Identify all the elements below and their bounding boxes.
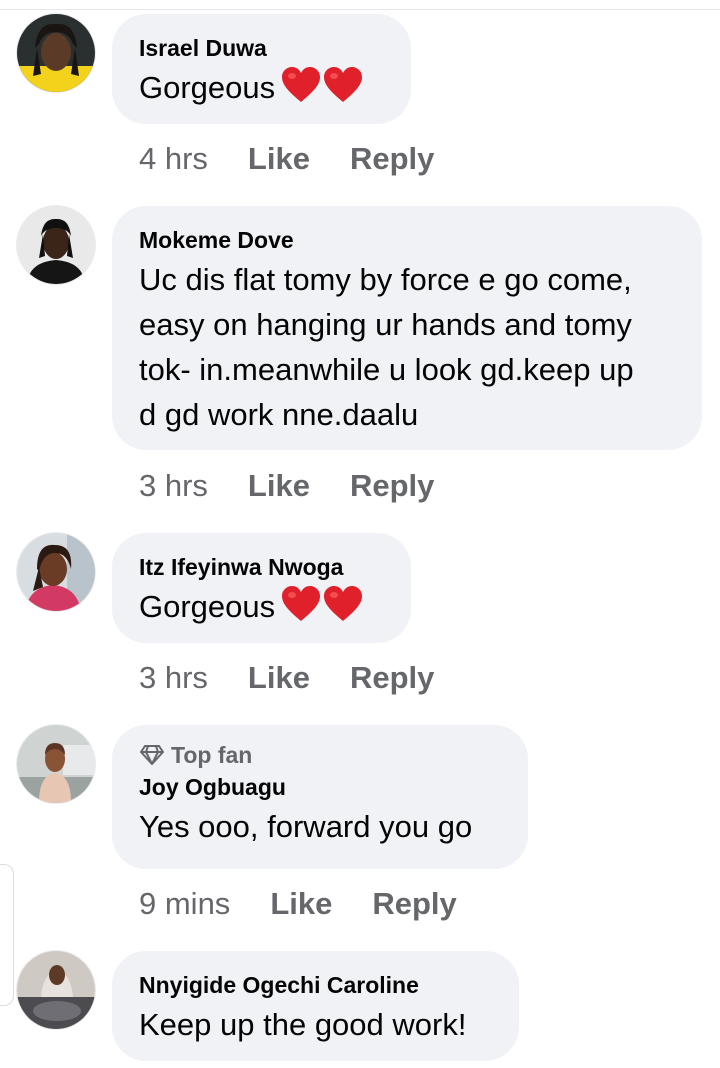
heart-icon (324, 586, 363, 621)
like-button[interactable]: Like (248, 660, 310, 696)
top-divider (0, 9, 720, 10)
heart-icon (324, 67, 363, 102)
like-button[interactable]: Like (248, 468, 310, 504)
comment-text-content: Gorgeous (139, 589, 276, 624)
comment-bubble: Top fan Joy Ogbuagu Yes ooo, forward you… (112, 725, 528, 869)
side-panel-edge (0, 864, 14, 1006)
reply-button[interactable]: Reply (350, 660, 434, 696)
top-fan-badge: Top fan (139, 741, 500, 769)
reply-button[interactable]: Reply (350, 141, 434, 177)
comment-text-line: tok- in.meanwhile u look gd.keep up (139, 352, 634, 387)
comment-text: Gorgeous (139, 584, 383, 635)
comment-timestamp[interactable]: 3 hrs (139, 660, 208, 696)
comment-text-line: Uc dis flat tomy by force e go come, (139, 262, 632, 297)
avatar[interactable] (17, 14, 95, 92)
heart-icon (282, 586, 321, 621)
comment-bubble: Mokeme Dove Uc dis flat tomy by force e … (112, 206, 702, 450)
comment-actions: 9 mins Like Reply (139, 886, 457, 922)
heart-icon (282, 67, 321, 102)
like-button[interactable]: Like (270, 886, 332, 922)
avatar[interactable] (17, 206, 95, 284)
heart-emojis (281, 66, 365, 116)
comment-timestamp[interactable]: 3 hrs (139, 468, 208, 504)
comment-author[interactable]: Israel Duwa (139, 34, 383, 62)
comment-author[interactable]: Nnyigide Ogechi Caroline (139, 971, 491, 999)
comment-bubble: Itz Ifeyinwa Nwoga Gorgeous (112, 533, 411, 643)
reply-button[interactable]: Reply (372, 886, 456, 922)
comment-text: Gorgeous (139, 65, 383, 116)
comment-text: Keep up the good work! (139, 1007, 467, 1042)
reply-button[interactable]: Reply (350, 468, 434, 504)
comment-text-line: d gd work nne.daalu (139, 397, 419, 432)
comment-timestamp[interactable]: 4 hrs (139, 141, 208, 177)
comment-actions: 4 hrs Like Reply (139, 141, 434, 177)
comment-text-line: easy on hanging ur hands and tomy (139, 307, 632, 342)
comment-author[interactable]: Joy Ogbuagu (139, 773, 500, 801)
avatar[interactable] (17, 725, 95, 803)
heart-emojis (281, 585, 365, 635)
top-fan-label: Top fan (171, 742, 253, 768)
comment-text: Yes ooo, forward you go (139, 809, 473, 844)
comment-author[interactable]: Itz Ifeyinwa Nwoga (139, 553, 383, 581)
like-button[interactable]: Like (248, 141, 310, 177)
comment-timestamp[interactable]: 9 mins (139, 886, 230, 922)
comment-actions: 3 hrs Like Reply (139, 468, 434, 504)
avatar[interactable] (17, 951, 95, 1029)
comment-actions: 3 hrs Like Reply (139, 660, 434, 696)
comment-author[interactable]: Mokeme Dove (139, 226, 674, 254)
comment-text-content: Gorgeous (139, 70, 276, 105)
avatar[interactable] (17, 533, 95, 611)
comment-text: Uc dis flat tomy by force e go come, eas… (139, 257, 674, 437)
comment-bubble: Nnyigide Ogechi Caroline Keep up the goo… (112, 951, 519, 1061)
diamond-icon (140, 745, 164, 765)
comment-bubble: Israel Duwa Gorgeous (112, 14, 411, 124)
